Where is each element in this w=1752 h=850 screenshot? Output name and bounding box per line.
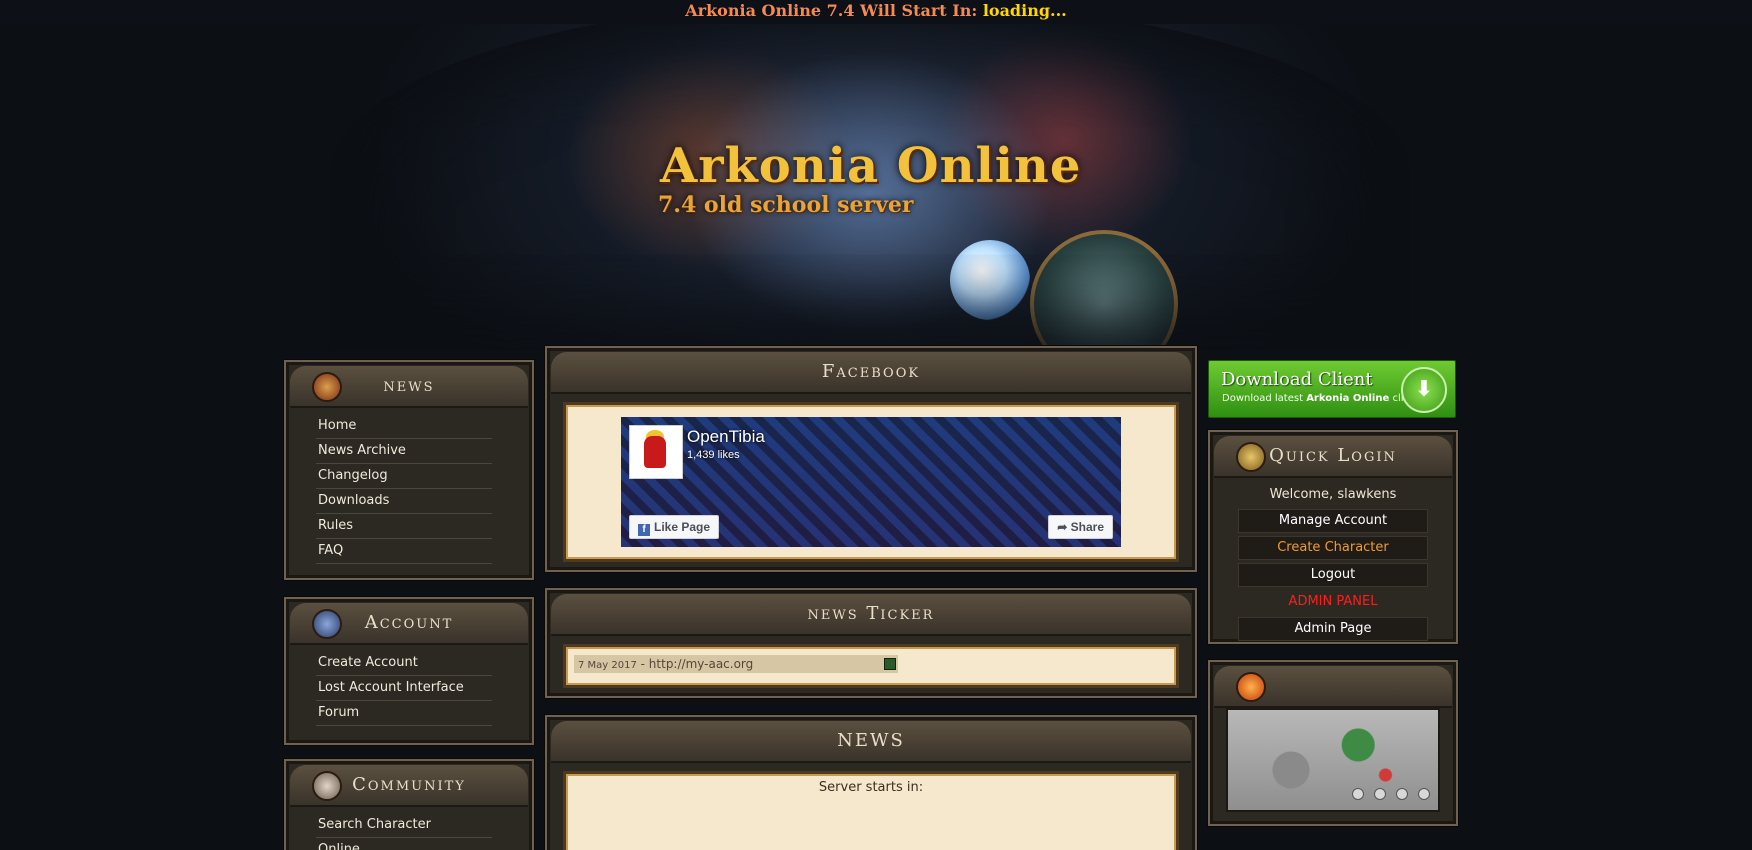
account-menu-box: Account Create Account Lost Account Inte… [284, 597, 534, 745]
menu-item-downloads[interactable]: Downloads [316, 489, 492, 514]
page: Arkonia Online 7.4 Will Start In: loadin… [0, 0, 1752, 850]
news-title: NEWS [837, 730, 905, 751]
news-frame: Server starts in: [563, 771, 1179, 850]
menu-item-online[interactable]: Online [316, 838, 492, 850]
news-menu-title: news [383, 375, 435, 396]
community-menu-box: Community Search Character Online [284, 759, 534, 850]
facebook-page-avatar[interactable] [629, 425, 683, 479]
download-client-title: Download Client [1221, 369, 1373, 390]
community-icon [312, 771, 342, 801]
screenshot-slider[interactable] [1226, 708, 1440, 812]
menu-item-forum[interactable]: Forum [316, 701, 492, 726]
facebook-page-name[interactable]: OpenTibia [687, 427, 765, 447]
download-arrow-icon: ⬇ [1401, 367, 1447, 413]
slider-dots [1347, 785, 1430, 804]
quick-login-list: Welcome, slawkens Manage Account Create … [1210, 478, 1456, 654]
facebook-frame: OpenTibia 1,439 likes f Like Page ➦ Share [563, 402, 1179, 562]
admin-page-button[interactable]: Admin Page [1238, 617, 1428, 641]
share-arrow-icon: ➦ [1057, 520, 1071, 534]
download-client-subtitle: Download latest Arkonia Online client [1222, 393, 1420, 404]
quick-login-box: Quick Login Welcome, slawkens Manage Acc… [1208, 430, 1458, 644]
quick-login-header: Quick Login [1214, 436, 1452, 478]
slider-dot[interactable] [1373, 788, 1386, 800]
news-menu-header: news [290, 366, 528, 408]
menu-item-news-archive[interactable]: News Archive [316, 439, 492, 464]
news-menu-list: Home News Archive Changelog Downloads Ru… [286, 414, 532, 564]
site-logo-subtitle: 7.4 old school server [658, 192, 914, 218]
news-header: NEWS [551, 721, 1191, 763]
ticker-row[interactable]: 7 May 2017 - http://my-aac.org [574, 655, 898, 673]
menu-item-search-character[interactable]: Search Character [316, 813, 492, 838]
countdown-bar: Arkonia Online 7.4 Will Start In: loadin… [0, 0, 1752, 24]
dragon-ball-icon [1236, 672, 1266, 702]
news-ticker-box: news Ticker 7 May 2017 - http://my-aac.o… [545, 588, 1197, 698]
facebook-icon: f [638, 524, 650, 536]
slider-dot[interactable] [1351, 788, 1364, 800]
facebook-header: Facebook [551, 352, 1191, 394]
countdown-value: loading... [982, 1, 1067, 20]
facebook-like-count: 1,439 likes [687, 449, 740, 461]
admin-panel-link[interactable]: ADMIN PANEL [1238, 590, 1428, 614]
community-menu-header: Community [290, 765, 528, 807]
account-menu-list: Create Account Lost Account Interface Fo… [286, 651, 532, 726]
news-body-text: Server starts in: [818, 780, 924, 795]
community-menu-list: Search Character Online [286, 813, 532, 850]
facebook-like-button[interactable]: f Like Page [629, 515, 720, 539]
menu-item-home[interactable]: Home [316, 414, 492, 439]
site-logo-title[interactable]: Arkonia Online [660, 138, 1081, 194]
news-ticker-title: news Ticker [807, 603, 935, 624]
download-subtitle-pre: Download latest [1222, 393, 1303, 404]
expand-icon[interactable] [884, 658, 896, 670]
news-ticker-header: news Ticker [551, 594, 1191, 636]
news-ticker-frame: 7 May 2017 - http://my-aac.org [563, 644, 1179, 688]
slider-header [1214, 666, 1452, 708]
download-client-button[interactable]: Download Client Download latest Arkonia … [1208, 360, 1456, 418]
account-icon [312, 609, 342, 639]
quick-login-title: Quick Login [1269, 445, 1397, 466]
facebook-page-widget[interactable]: OpenTibia 1,439 likes f Like Page ➦ Share [621, 417, 1121, 547]
ticker-date: 7 May 2017 [578, 660, 637, 671]
logout-button[interactable]: Logout [1238, 563, 1428, 587]
news-menu-box: news Home News Archive Changelog Downloa… [284, 360, 534, 580]
account-menu-header: Account [290, 603, 528, 645]
slider-dot[interactable] [1418, 788, 1430, 800]
manage-account-button[interactable]: Manage Account [1238, 509, 1428, 533]
ticker-text: - http://my-aac.org [636, 657, 754, 671]
facebook-like-label: Like Page [654, 520, 711, 534]
download-subtitle-brand: Arkonia Online [1306, 393, 1390, 404]
create-character-button[interactable]: Create Character [1238, 536, 1428, 560]
countdown-label: Arkonia Online 7.4 Will Start In: [685, 1, 978, 20]
community-menu-title: Community [352, 774, 466, 795]
menu-item-rules[interactable]: Rules [316, 514, 492, 539]
news-icon [312, 372, 342, 402]
menu-item-faq[interactable]: FAQ [316, 539, 492, 564]
menu-item-changelog[interactable]: Changelog [316, 464, 492, 489]
menu-item-create-account[interactable]: Create Account [316, 651, 492, 676]
key-icon [1236, 442, 1266, 472]
facebook-share-label: Share [1070, 520, 1104, 534]
screenshot-slider-box [1208, 660, 1458, 826]
facebook-box: Facebook OpenTibia 1,439 likes f Like Pag… [545, 346, 1197, 572]
facebook-title: Facebook [821, 361, 921, 382]
menu-item-lost-account[interactable]: Lost Account Interface [316, 676, 492, 701]
facebook-share-button[interactable]: ➦ Share [1048, 515, 1113, 539]
account-menu-title: Account [364, 612, 454, 633]
slider-dot[interactable] [1395, 788, 1408, 800]
news-box: NEWS Server starts in: [545, 715, 1197, 850]
welcome-text: Welcome, slawkens [1269, 487, 1397, 502]
